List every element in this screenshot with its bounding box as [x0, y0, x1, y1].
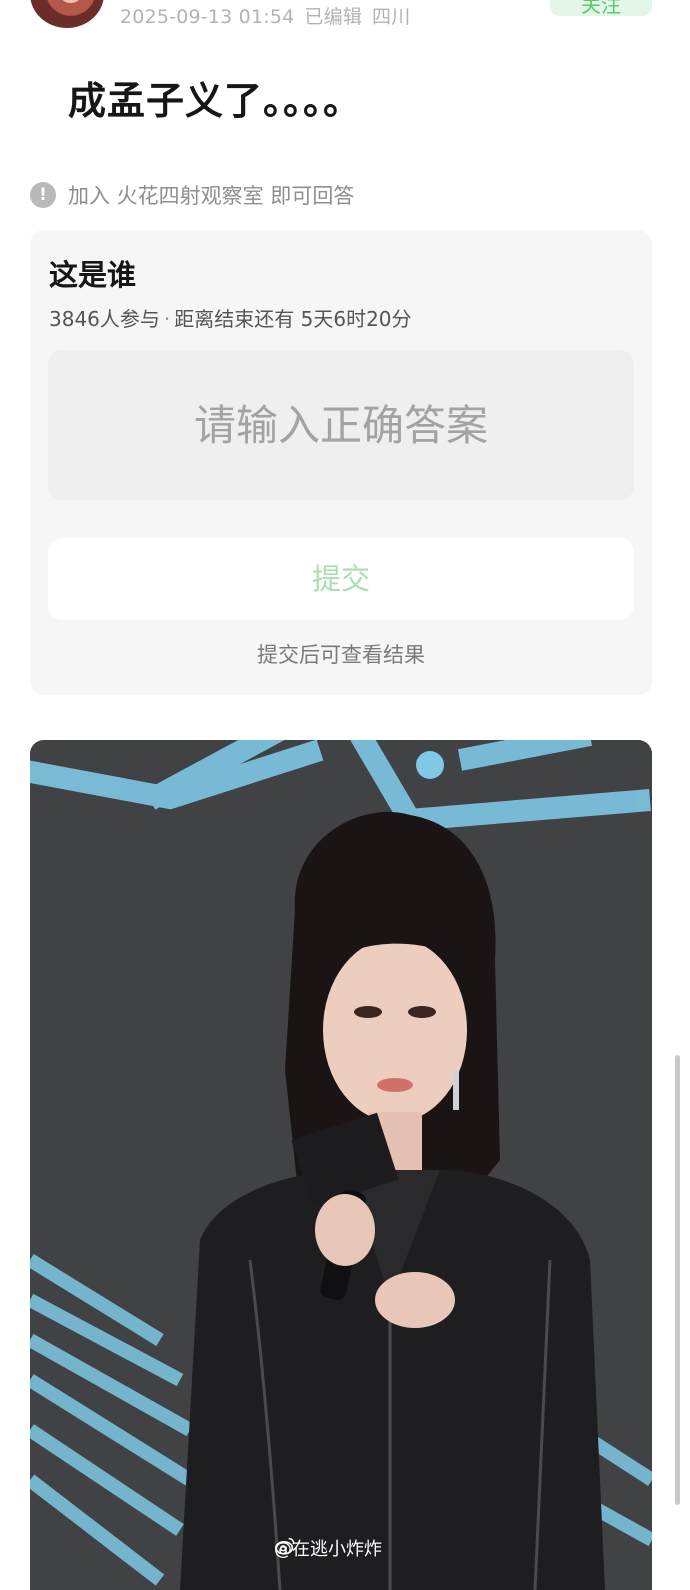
quiz-question: 这是谁	[49, 258, 137, 292]
post-title: 成孟子义了。。。。	[68, 79, 363, 123]
post-timestamp: 2025-09-13 01:54	[120, 6, 295, 28]
submit-note: 提交后可查看结果	[257, 643, 425, 667]
join-hint-text: 加入 火花四射观察室 即可回答	[68, 184, 355, 208]
quiz-time-left: 距离结束还有 5天6时20分	[174, 307, 412, 331]
weibo-icon	[275, 1537, 295, 1555]
post-edited-label: 已编辑	[304, 6, 363, 28]
avatar[interactable]	[30, 0, 104, 28]
submit-button[interactable]: 提交	[48, 538, 634, 620]
photo-illustration	[30, 740, 652, 1590]
post-photo[interactable]: @在逃小炸炸	[30, 740, 652, 1590]
answer-input[interactable]	[48, 350, 634, 500]
photo-watermark: @在逃小炸炸	[274, 1535, 382, 1561]
join-hint[interactable]: ! 加入 火花四射观察室 即可回答	[30, 180, 354, 210]
post-page: 2025-09-13 01:54 已编辑 四川 关注 成孟子义了。。。。 ! 加入 …	[0, 0, 690, 1590]
scrollbar[interactable]	[675, 1055, 680, 1505]
quiz-separator: ·	[163, 307, 171, 331]
post-location: 四川	[372, 6, 411, 28]
quiz-card: 这是谁 3846人参与·距离结束还有 5天6时20分 提交 提交后可查看结果	[30, 230, 652, 695]
quiz-participants: 3846人参与	[49, 307, 160, 331]
quiz-stats: 3846人参与 · 距离结束还有 5天6时20分	[49, 303, 412, 332]
follow-button[interactable]: 关注	[550, 0, 652, 17]
exclamation-icon: !	[30, 182, 56, 208]
post-meta: 2025-09-13 01:54 已编辑 四川	[120, 2, 420, 29]
